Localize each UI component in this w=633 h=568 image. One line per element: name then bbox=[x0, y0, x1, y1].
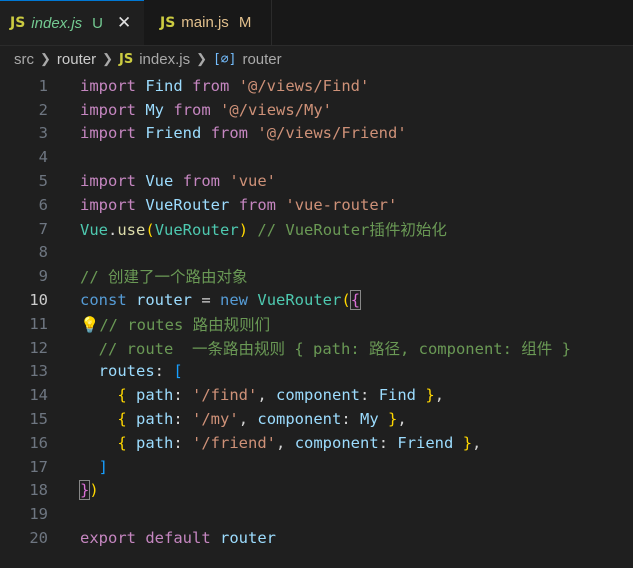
code-line: 6 import VueRouter from 'vue-router' bbox=[0, 193, 633, 217]
git-status-badge: M bbox=[238, 14, 252, 31]
line-number: 7 bbox=[38, 219, 48, 238]
chevron-right-icon: ❯ bbox=[196, 51, 207, 66]
line-number: 4 bbox=[38, 148, 48, 167]
line-number: 17 bbox=[29, 457, 48, 476]
line-number: 5 bbox=[38, 172, 48, 191]
chevron-right-icon: ❯ bbox=[102, 51, 113, 66]
line-number: 11 bbox=[29, 314, 48, 333]
js-file-icon: JS bbox=[160, 14, 176, 31]
line-number: 18 bbox=[29, 481, 48, 500]
code-line: 12 // route 一条路由规则 { path: 路径, component… bbox=[0, 336, 633, 360]
code-line: 19 bbox=[0, 502, 633, 526]
code-line: 9 // 创建了一个路由对象 bbox=[0, 264, 633, 288]
close-icon[interactable]: ✕ bbox=[117, 13, 131, 33]
code-line: 17 ] bbox=[0, 455, 633, 479]
code-line: 1 import Find from '@/views/Find' bbox=[0, 74, 633, 98]
line-number: 20 bbox=[29, 529, 48, 548]
js-file-icon: JS bbox=[10, 15, 26, 31]
code-line: 2 import My from '@/views/My' bbox=[0, 98, 633, 122]
breadcrumb-src[interactable]: src bbox=[14, 51, 34, 68]
js-file-icon: JS bbox=[119, 51, 134, 67]
code-line: 7 Vue.use(VueRouter) // VueRouter插件初始化 bbox=[0, 217, 633, 241]
breadcrumb-symbol[interactable]: router bbox=[242, 51, 281, 68]
code-line: 11 💡// routes 路由规则们 bbox=[0, 312, 633, 336]
tab-label: main.js bbox=[181, 14, 229, 31]
line-number: 8 bbox=[38, 243, 48, 262]
breadcrumb-file[interactable]: index.js bbox=[139, 51, 190, 68]
chevron-right-icon: ❯ bbox=[40, 51, 51, 66]
tab-main-js[interactable]: JS main.js M bbox=[144, 0, 272, 45]
line-number: 19 bbox=[29, 505, 48, 524]
line-number: 14 bbox=[29, 386, 48, 405]
line-number: 3 bbox=[38, 124, 48, 143]
code-editor[interactable]: 1 import Find from '@/views/Find' 2 impo… bbox=[0, 74, 633, 550]
line-number: 10 bbox=[29, 291, 48, 310]
variable-symbol-icon: [∅] bbox=[212, 51, 237, 67]
code-line: 5 import Vue from 'vue' bbox=[0, 169, 633, 193]
line-number: 15 bbox=[29, 410, 48, 429]
code-line: 16 { path: '/friend', component: Friend … bbox=[0, 431, 633, 455]
code-line: 13 routes: [ bbox=[0, 360, 633, 384]
code-line-current: 10 const router = new VueRouter({ bbox=[0, 288, 633, 312]
tab-bar: JS index.js U ✕ JS main.js M bbox=[0, 0, 633, 46]
code-line: 14 { path: '/find', component: Find }, bbox=[0, 383, 633, 407]
code-line: 4 bbox=[0, 145, 633, 169]
line-number: 16 bbox=[29, 433, 48, 452]
lightbulb-icon[interactable]: 💡 bbox=[80, 316, 99, 334]
breadcrumb-router[interactable]: router bbox=[57, 51, 96, 68]
tab-label: index.js bbox=[31, 14, 83, 32]
code-line: 3 import Friend from '@/views/Friend' bbox=[0, 122, 633, 146]
line-number: 1 bbox=[38, 76, 48, 95]
line-number: 9 bbox=[38, 267, 48, 286]
code-line: 18 }) bbox=[0, 479, 633, 503]
line-number: 2 bbox=[38, 100, 48, 119]
code-line: 15 { path: '/my', component: My }, bbox=[0, 407, 633, 431]
line-number: 12 bbox=[29, 338, 48, 357]
line-number: 6 bbox=[38, 195, 48, 214]
git-status-badge: U bbox=[92, 14, 103, 32]
code-line: 8 bbox=[0, 241, 633, 265]
tab-index-js[interactable]: JS index.js U ✕ bbox=[0, 0, 144, 45]
code-line: 20 export default router bbox=[0, 526, 633, 550]
line-number: 13 bbox=[29, 362, 48, 381]
breadcrumb: src ❯ router ❯ JS index.js ❯ [∅] router bbox=[0, 46, 633, 72]
